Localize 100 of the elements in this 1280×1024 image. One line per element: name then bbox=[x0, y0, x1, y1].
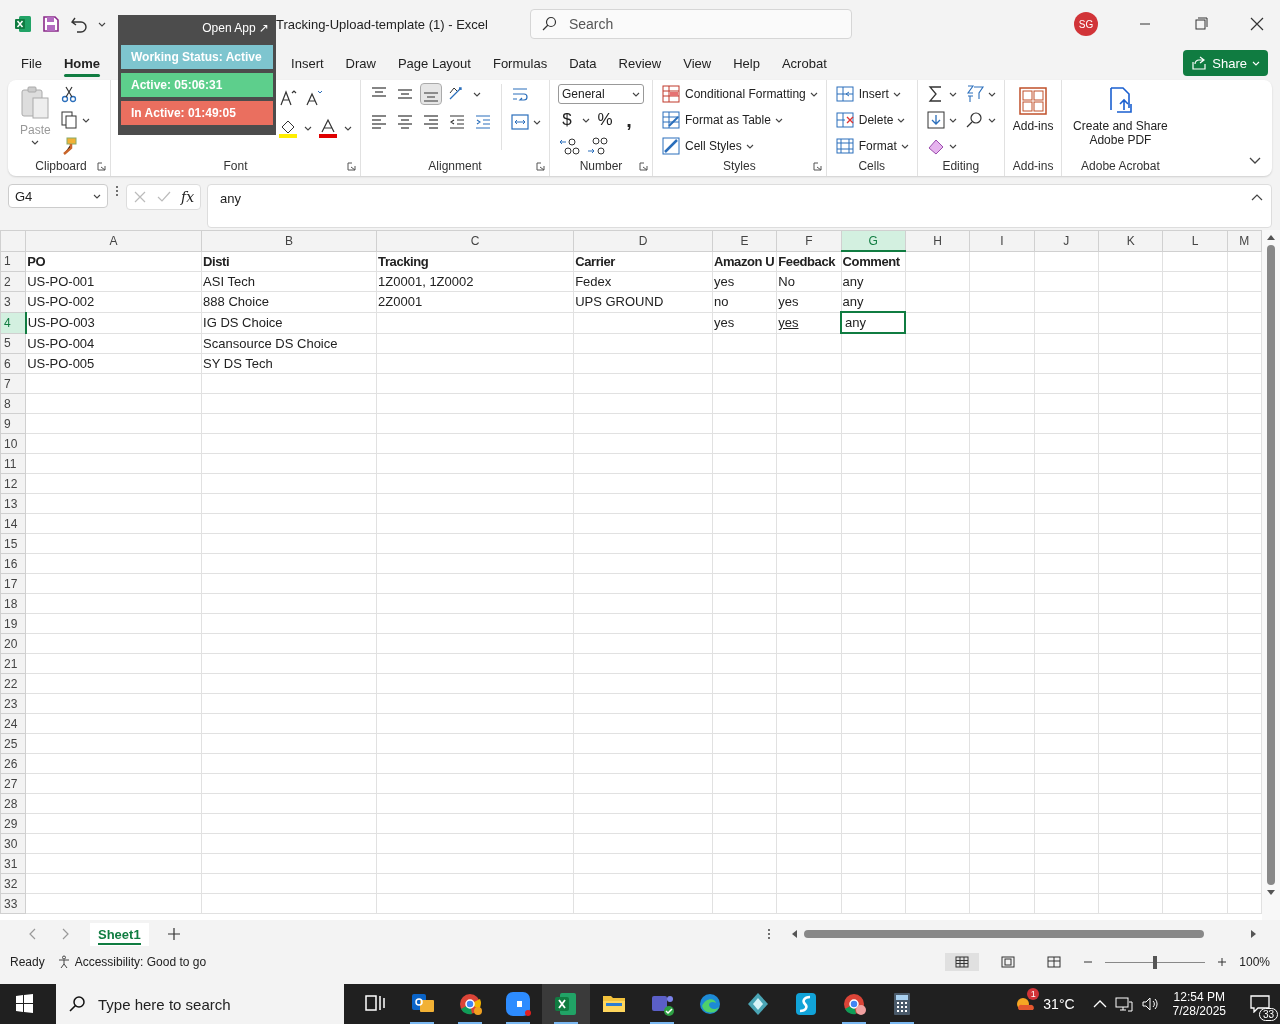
row-header[interactable]: 18 bbox=[0, 593, 26, 614]
styles-button[interactable]: Cell Styles bbox=[661, 136, 818, 156]
add-ins-button[interactable]: Add-ins bbox=[1012, 84, 1054, 133]
row-header[interactable]: 6 bbox=[0, 353, 26, 374]
row-header[interactable]: 13 bbox=[0, 493, 26, 514]
table-cell[interactable]: IG DS Choice bbox=[201, 312, 377, 333]
caret-icon[interactable] bbox=[745, 143, 754, 149]
row-header[interactable]: 7 bbox=[0, 373, 26, 394]
table-cell[interactable]: yes bbox=[712, 312, 777, 333]
table-cell[interactable]: yes bbox=[712, 271, 777, 292]
dialog-launcher-icon[interactable] bbox=[347, 162, 356, 171]
open-app-link[interactable]: Open App ↗ bbox=[198, 19, 273, 41]
row-header[interactable]: 24 bbox=[0, 713, 26, 734]
vertical-scrollbar[interactable] bbox=[1262, 230, 1280, 920]
row-header[interactable]: 17 bbox=[0, 573, 26, 594]
search-field[interactable]: Search bbox=[566, 10, 831, 38]
align-left-icon[interactable] bbox=[369, 112, 389, 132]
check-icon[interactable] bbox=[157, 190, 171, 204]
table-cell[interactable]: US-PO-003 bbox=[25, 312, 202, 333]
accessibility-button[interactable]: Accessibility: Good to go bbox=[56, 955, 207, 969]
ribbon-tab[interactable]: Home bbox=[54, 49, 110, 77]
styles-button[interactable]: Conditional Formatting bbox=[661, 84, 818, 104]
row-header[interactable]: 19 bbox=[0, 613, 26, 634]
row-header[interactable]: 11 bbox=[0, 453, 26, 474]
dialog-launcher-icon[interactable] bbox=[639, 162, 648, 171]
scroll-left-icon[interactable] bbox=[790, 929, 798, 939]
decrease-decimal-icon[interactable] bbox=[586, 136, 608, 156]
row-header[interactable]: 31 bbox=[0, 853, 26, 874]
table-cell[interactable]: No bbox=[776, 271, 842, 292]
align-center-icon[interactable] bbox=[395, 112, 415, 132]
caret-icon[interactable] bbox=[987, 117, 996, 123]
spreadsheet-logo-icon[interactable] bbox=[14, 15, 32, 33]
taskbar-search-box[interactable]: Type here to search bbox=[56, 984, 344, 1024]
row-header[interactable]: 32 bbox=[0, 873, 26, 894]
row-header[interactable]: 21 bbox=[0, 653, 26, 674]
row-header[interactable]: 16 bbox=[0, 553, 26, 574]
align-bottom-icon[interactable] bbox=[421, 84, 441, 104]
row-header[interactable]: 20 bbox=[0, 633, 26, 654]
ribbon-tab[interactable]: Insert bbox=[282, 49, 333, 77]
row-header[interactable]: 3 bbox=[0, 291, 26, 312]
column-header[interactable]: H bbox=[905, 230, 970, 251]
ribbon-tab[interactable]: View bbox=[674, 49, 721, 77]
table-cell[interactable]: UPS GROUND bbox=[573, 291, 713, 312]
chevron-up-icon[interactable] bbox=[1092, 999, 1107, 1009]
column-header[interactable]: E bbox=[712, 230, 777, 251]
column-header[interactable]: K bbox=[1098, 230, 1163, 251]
formula-field[interactable]: any bbox=[207, 184, 1272, 228]
add-sheet-icon[interactable] bbox=[166, 927, 181, 941]
increase-decimal-icon[interactable] bbox=[558, 136, 580, 156]
row-header[interactable]: 1 bbox=[0, 251, 26, 272]
table-cell[interactable]: US-PO-005 bbox=[25, 353, 202, 374]
copy-icon[interactable] bbox=[58, 110, 79, 130]
table-cell[interactable]: Carrier bbox=[573, 251, 713, 272]
search-icon[interactable] bbox=[964, 110, 985, 130]
caret-icon[interactable] bbox=[344, 125, 352, 131]
table-cell[interactable]: any bbox=[841, 271, 906, 292]
row-header[interactable]: 30 bbox=[0, 833, 26, 854]
column-header[interactable]: C bbox=[376, 230, 574, 251]
table-cell[interactable]: Disti bbox=[201, 251, 377, 272]
table-cell[interactable]: Scansource DS Choice bbox=[201, 333, 377, 354]
horizontal-scrollbar[interactable] bbox=[790, 929, 1258, 939]
row-header[interactable]: 23 bbox=[0, 693, 26, 714]
ribbon-tab[interactable]: Data bbox=[560, 49, 606, 77]
clock-time[interactable]: 12:54 PM bbox=[1173, 990, 1225, 1004]
column-header[interactable]: J bbox=[1034, 230, 1099, 251]
selected-cell[interactable]: any bbox=[841, 312, 906, 333]
row-header[interactable]: 9 bbox=[0, 413, 26, 434]
dialog-launcher-icon[interactable] bbox=[536, 162, 545, 171]
grow-font-icon[interactable] bbox=[278, 88, 298, 108]
dialog-launcher-icon[interactable] bbox=[97, 162, 106, 171]
more-options-icon[interactable] bbox=[766, 927, 772, 941]
table-cell[interactable] bbox=[376, 312, 574, 333]
table-cell[interactable]: Comment bbox=[841, 251, 906, 272]
row-header[interactable]: 33 bbox=[0, 893, 26, 914]
ribbon-tab[interactable]: Help bbox=[724, 49, 769, 77]
undo-icon[interactable] bbox=[70, 15, 88, 33]
fill-down-icon[interactable] bbox=[925, 110, 946, 130]
table-cell[interactable]: US-PO-004 bbox=[25, 333, 202, 354]
table-cell[interactable] bbox=[573, 312, 713, 333]
font-color-icon[interactable] bbox=[318, 118, 338, 138]
zoom-level-text[interactable]: 100% bbox=[1239, 955, 1270, 969]
caret-icon[interactable] bbox=[304, 125, 312, 131]
scroll-up-icon[interactable] bbox=[1266, 233, 1276, 241]
caret-icon[interactable] bbox=[948, 91, 957, 97]
table-cell[interactable]: any bbox=[841, 291, 906, 312]
collapse-icon[interactable] bbox=[1251, 193, 1263, 201]
scroll-right-icon[interactable] bbox=[1250, 929, 1258, 939]
sort-filter-icon[interactable] bbox=[964, 84, 985, 104]
column-header[interactable]: L bbox=[1162, 230, 1228, 251]
caret-icon[interactable] bbox=[93, 193, 101, 199]
table-cell[interactable]: Tracking bbox=[376, 251, 574, 272]
row-header[interactable]: 15 bbox=[0, 533, 26, 554]
caret-icon[interactable] bbox=[892, 91, 901, 97]
styles-button[interactable]: Format as Table bbox=[661, 110, 818, 130]
merge-center-icon[interactable] bbox=[510, 112, 530, 132]
row-header[interactable]: 27 bbox=[0, 773, 26, 794]
cells-button[interactable]: Insert bbox=[834, 84, 909, 104]
table-cell[interactable]: 1Z0001, 1Z0002 bbox=[376, 271, 574, 292]
fill-color-icon[interactable] bbox=[278, 118, 298, 138]
clock-date[interactable]: 7/28/2025 bbox=[1172, 1004, 1226, 1018]
